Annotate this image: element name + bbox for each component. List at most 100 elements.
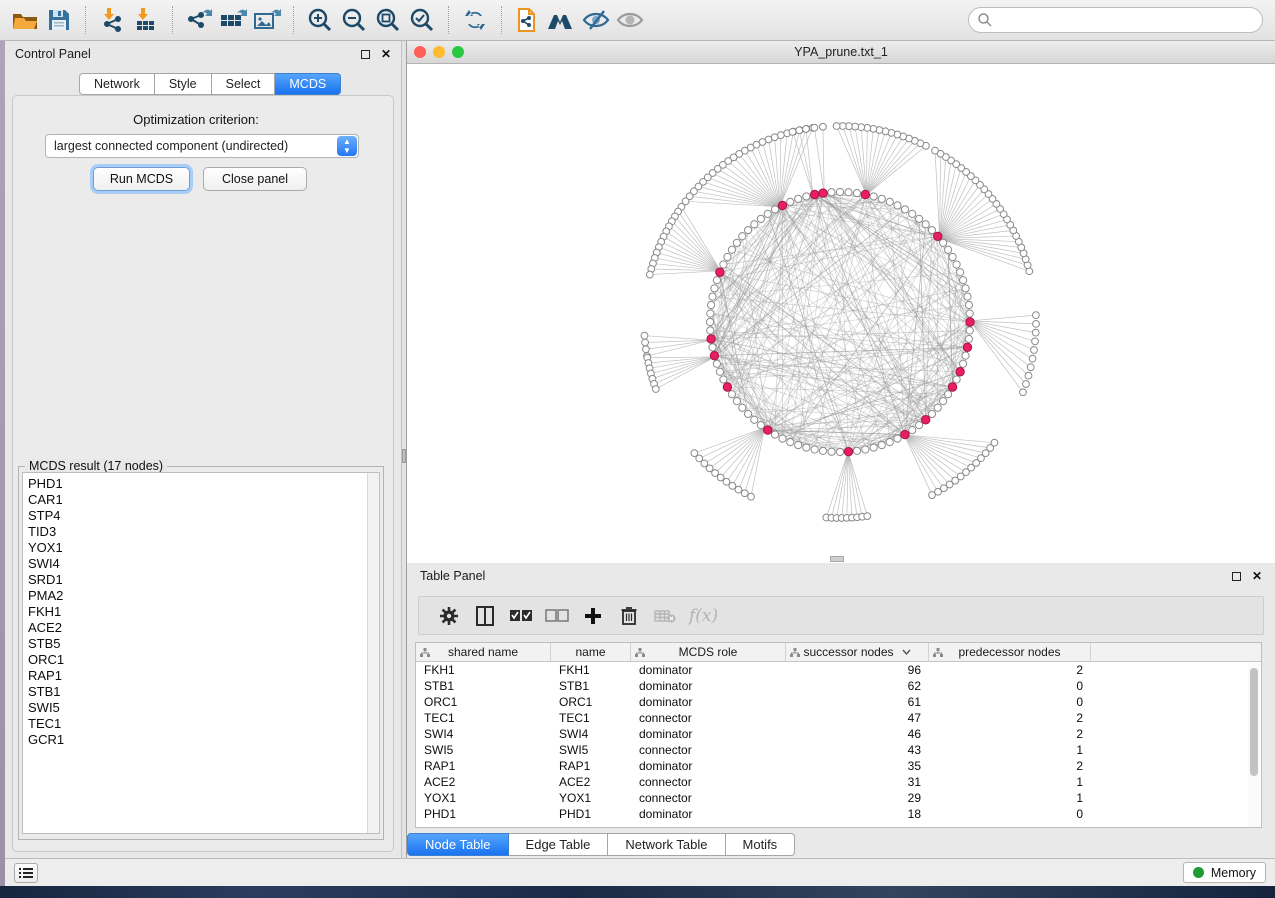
table-scrollbar-thumb[interactable] (1250, 668, 1258, 776)
network-node[interactable] (709, 293, 716, 300)
network-hub-node[interactable] (716, 268, 724, 276)
network-node[interactable] (728, 246, 735, 253)
network-node[interactable] (964, 293, 971, 300)
network-node[interactable] (707, 327, 714, 334)
float-panel-icon[interactable] (361, 50, 370, 59)
export-table-icon[interactable] (216, 4, 250, 36)
share-document-icon[interactable] (511, 4, 545, 36)
network-node[interactable] (864, 513, 871, 520)
memory-button[interactable]: Memory (1183, 862, 1266, 883)
network-node[interactable] (966, 310, 973, 317)
import-table-icon[interactable] (129, 4, 163, 36)
network-node[interactable] (744, 410, 751, 417)
network-node[interactable] (733, 398, 740, 405)
network-node[interactable] (894, 435, 901, 442)
mcds-result-item[interactable]: RAP1 (28, 668, 367, 684)
network-node[interactable] (820, 123, 827, 130)
network-node[interactable] (720, 376, 727, 383)
network-node[interactable] (909, 426, 916, 433)
network-node[interactable] (870, 193, 877, 200)
network-node[interactable] (707, 310, 714, 317)
mcds-list-scrollbar[interactable] (367, 473, 379, 833)
network-hub-node[interactable] (844, 448, 852, 456)
network-node[interactable] (828, 448, 835, 455)
network-node[interactable] (1032, 312, 1039, 319)
table-row[interactable]: SWI5SWI5connector431 (416, 742, 1261, 758)
network-node[interactable] (836, 188, 843, 195)
mcds-result-item[interactable]: STP4 (28, 508, 367, 524)
network-hub-node[interactable] (707, 335, 715, 343)
network-hub-node[interactable] (723, 383, 731, 391)
network-hub-node[interactable] (819, 189, 827, 197)
mcds-result-item[interactable]: SWI5 (28, 700, 367, 716)
network-node[interactable] (1032, 338, 1039, 345)
network-node[interactable] (944, 391, 951, 398)
network-node[interactable] (901, 206, 908, 213)
network-node[interactable] (716, 368, 723, 375)
network-node[interactable] (940, 398, 947, 405)
network-node[interactable] (878, 442, 885, 449)
criterion-dropdown[interactable]: largest connected component (undirected)… (45, 134, 359, 158)
tab-node-table[interactable]: Node Table (407, 833, 509, 856)
network-node[interactable] (748, 493, 755, 500)
mcds-result-item[interactable]: TEC1 (28, 716, 367, 732)
network-node[interactable] (991, 439, 998, 446)
network-node[interactable] (751, 221, 758, 228)
delete-column-icon[interactable] (611, 601, 647, 631)
network-node[interactable] (787, 439, 794, 446)
export-network-icon[interactable] (182, 4, 216, 36)
network-node[interactable] (934, 404, 941, 411)
table-scrollbar[interactable] (1248, 663, 1260, 827)
network-hub-node[interactable] (810, 190, 818, 198)
network-node[interactable] (878, 195, 885, 202)
tab-style[interactable]: Style (155, 73, 212, 95)
network-node[interactable] (1025, 372, 1032, 379)
network-node[interactable] (803, 444, 810, 451)
network-node[interactable] (928, 410, 935, 417)
mcds-result-item[interactable]: PMA2 (28, 588, 367, 604)
network-node[interactable] (642, 339, 649, 346)
network-node[interactable] (709, 344, 716, 351)
close-panel-button[interactable]: Close panel (203, 167, 307, 191)
mcds-result-item[interactable]: ORC1 (28, 652, 367, 668)
network-node[interactable] (713, 360, 720, 367)
table-row[interactable]: ORC1ORC1dominator610 (416, 694, 1261, 710)
horizontal-splitter-grip[interactable] (830, 556, 844, 562)
network-hub-node[interactable] (948, 383, 956, 391)
network-node[interactable] (646, 271, 653, 278)
mcds-result-list[interactable]: PHD1CAR1STP4TID3YOX1SWI4SRD1PMA2FKH1ACE2… (22, 472, 380, 834)
table-row[interactable]: FKH1FKH1dominator962 (416, 662, 1261, 678)
tab-network[interactable]: Network (79, 73, 155, 95)
network-node[interactable] (789, 128, 796, 135)
mcds-result-item[interactable]: GCR1 (28, 732, 367, 748)
select-all-icon[interactable] (503, 601, 539, 631)
table-options-gear-icon[interactable] (431, 601, 467, 631)
network-node[interactable] (739, 233, 746, 240)
node-table[interactable]: shared namenameMCDS rolesuccessor nodesp… (415, 642, 1262, 828)
network-hub-node[interactable] (963, 343, 971, 351)
network-node[interactable] (1027, 364, 1034, 371)
float-panel-icon[interactable] (1232, 572, 1241, 581)
network-node[interactable] (1023, 381, 1030, 388)
network-node[interactable] (643, 346, 650, 353)
network-node[interactable] (803, 126, 810, 133)
network-search-icon[interactable] (545, 4, 579, 36)
search-field[interactable] (968, 7, 1263, 33)
network-hub-node[interactable] (922, 416, 930, 424)
network-node[interactable] (811, 446, 818, 453)
network-node[interactable] (965, 301, 972, 308)
mcds-result-item[interactable]: STB5 (28, 636, 367, 652)
network-node[interactable] (853, 190, 860, 197)
network-node[interactable] (771, 206, 778, 213)
network-node[interactable] (1029, 355, 1036, 362)
network-node[interactable] (886, 198, 893, 205)
mcds-result-item[interactable]: PHD1 (28, 476, 367, 492)
network-node[interactable] (922, 221, 929, 228)
network-node[interactable] (744, 226, 751, 233)
network-node[interactable] (796, 127, 803, 134)
save-icon[interactable] (42, 4, 76, 36)
tab-network-table[interactable]: Network Table (608, 833, 725, 856)
network-node[interactable] (811, 124, 818, 131)
unselect-all-icon[interactable] (539, 601, 575, 631)
show-panel-list-button[interactable] (14, 863, 38, 883)
